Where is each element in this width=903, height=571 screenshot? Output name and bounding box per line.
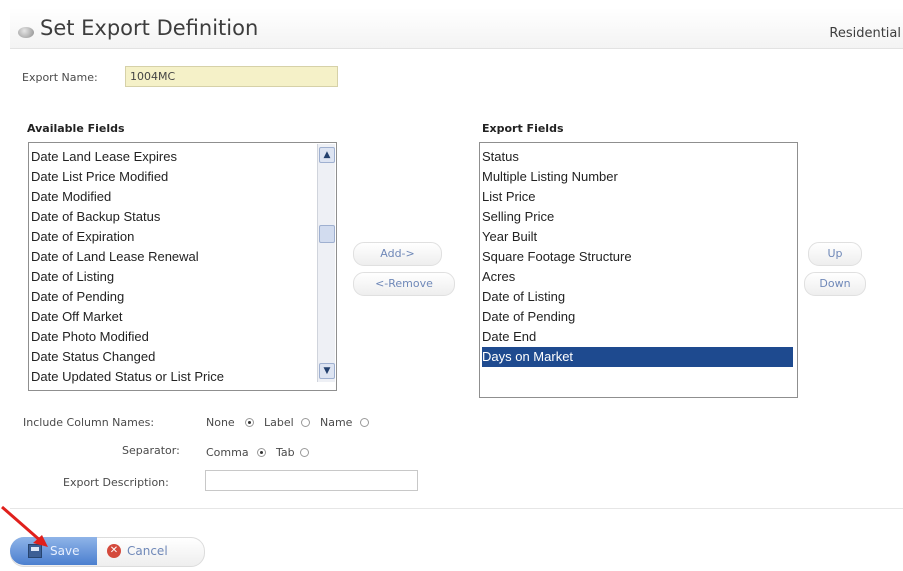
list-item[interactable]: Date of Listing bbox=[482, 287, 793, 307]
export-fields-list[interactable]: Status Multiple Listing Number List Pric… bbox=[479, 142, 798, 398]
list-item[interactable]: Date of Pending bbox=[31, 287, 124, 307]
list-item[interactable]: Date Modified bbox=[31, 187, 111, 207]
property-type-label: Residential bbox=[829, 26, 901, 41]
radio-label-label: Label bbox=[264, 416, 294, 429]
export-description-label: Export Description: bbox=[63, 476, 169, 489]
radio-name-label: Name bbox=[320, 416, 353, 429]
export-name-label: Export Name: bbox=[22, 71, 98, 84]
list-item[interactable]: Selling Price bbox=[482, 207, 793, 227]
available-fields-list[interactable]: Date Land Lease Expires Date List Price … bbox=[28, 142, 337, 391]
list-item[interactable]: Date Off Market bbox=[31, 307, 123, 327]
radio-comma[interactable] bbox=[257, 448, 266, 457]
scroll-thumb[interactable] bbox=[319, 225, 335, 243]
list-item[interactable]: Date of Expiration bbox=[31, 227, 134, 247]
list-item[interactable]: Date of Land Lease Renewal bbox=[31, 247, 199, 267]
list-item[interactable]: Date Land Lease Expires bbox=[31, 147, 177, 167]
radio-tab-label: Tab bbox=[276, 446, 295, 459]
list-item[interactable]: Acres bbox=[482, 267, 793, 287]
page-header: Set Export Definition Residential bbox=[10, 8, 903, 49]
header-bullet-icon bbox=[18, 27, 34, 38]
list-item[interactable]: Multiple Listing Number bbox=[482, 167, 793, 187]
move-down-button[interactable]: Down bbox=[804, 272, 866, 296]
list-item[interactable]: Square Footage Structure bbox=[482, 247, 793, 267]
list-item[interactable]: Year Built bbox=[482, 227, 793, 247]
radio-comma-label: Comma bbox=[206, 446, 249, 459]
separator-label: Separator: bbox=[122, 444, 180, 457]
list-item-selected[interactable]: Days on Market bbox=[482, 347, 793, 367]
list-item[interactable]: Date of Backup Status bbox=[31, 207, 160, 227]
list-item[interactable]: Date List Price Modified bbox=[31, 167, 168, 187]
radio-tab[interactable] bbox=[300, 448, 309, 457]
radio-label[interactable] bbox=[301, 418, 310, 427]
list-item[interactable]: Date Photo Modified bbox=[31, 327, 149, 347]
remove-field-button[interactable]: <-Remove bbox=[353, 272, 455, 296]
available-fields-scrollbar[interactable]: ▲ ▼ bbox=[317, 144, 335, 382]
radio-none-label: None bbox=[206, 416, 235, 429]
radio-name[interactable] bbox=[360, 418, 369, 427]
scroll-up-icon[interactable]: ▲ bbox=[319, 147, 335, 163]
footer-divider bbox=[10, 508, 903, 509]
export-name-input[interactable] bbox=[125, 66, 338, 87]
scroll-down-icon[interactable]: ▼ bbox=[319, 363, 335, 379]
move-up-button[interactable]: Up bbox=[808, 242, 862, 266]
list-item[interactable]: Date End bbox=[482, 327, 793, 347]
list-item[interactable]: Date of Listing bbox=[31, 267, 114, 287]
list-item[interactable]: List Price bbox=[482, 187, 793, 207]
radio-none[interactable] bbox=[245, 418, 254, 427]
cancel-x-icon: ✕ bbox=[107, 544, 121, 558]
export-fields-heading: Export Fields bbox=[482, 122, 564, 135]
red-arrow-annotation bbox=[1, 505, 48, 547]
list-item[interactable]: Date of Pending bbox=[482, 307, 793, 327]
list-item[interactable]: Date Status Changed bbox=[31, 347, 155, 367]
add-field-button[interactable]: Add-> bbox=[353, 242, 442, 266]
export-description-input[interactable] bbox=[205, 470, 418, 491]
include-column-names-label: Include Column Names: bbox=[23, 416, 155, 429]
available-fields-heading: Available Fields bbox=[27, 122, 125, 135]
cancel-button-label: Cancel bbox=[127, 544, 168, 558]
list-item[interactable]: Date Updated Status or List Price bbox=[31, 367, 224, 387]
page-title: Set Export Definition bbox=[40, 16, 259, 40]
cancel-button[interactable]: ✕ Cancel bbox=[97, 537, 203, 565]
list-item[interactable]: Status bbox=[482, 147, 793, 167]
